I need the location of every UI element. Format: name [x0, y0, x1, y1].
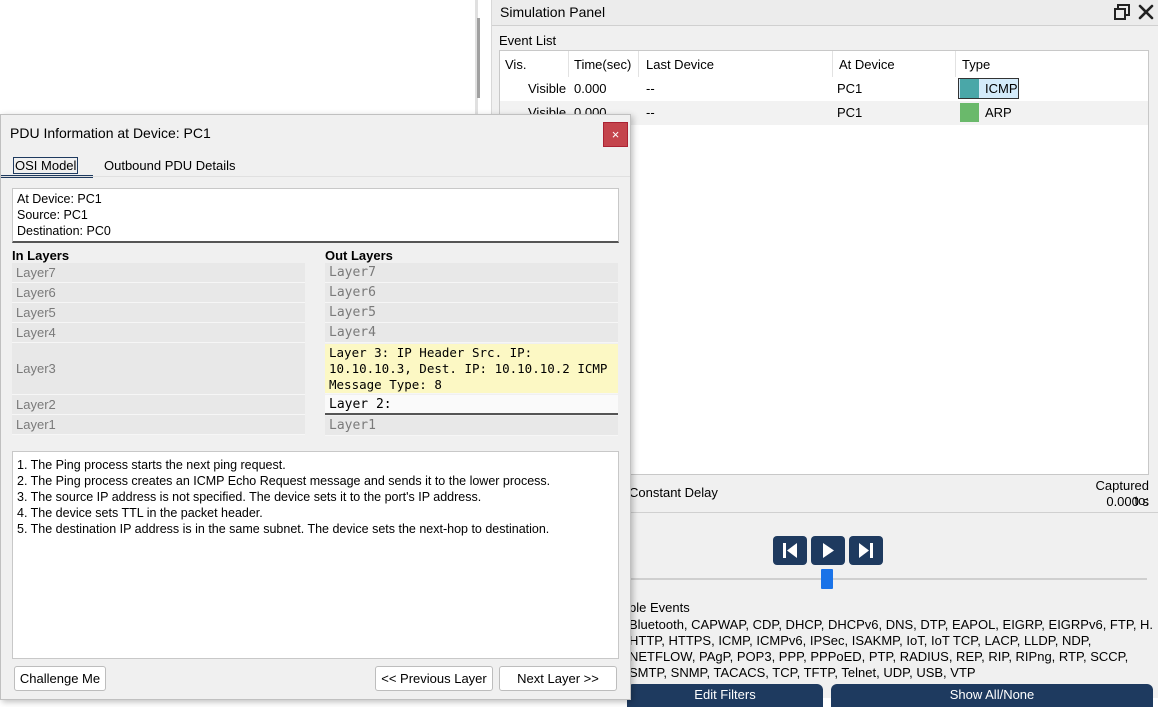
pdu-information-dialog: PDU Information at Device: PC1 × OSI Mod… [0, 114, 631, 700]
destination-text: Destination: PC0 [17, 224, 111, 238]
in-layer-4[interactable]: Layer4 [12, 323, 305, 343]
out-layer-4[interactable]: Layer4 [325, 323, 618, 343]
column-header-time[interactable]: Time(sec) [574, 57, 631, 72]
event-at-device: PC1 [837, 105, 863, 120]
constant-delay-label[interactable]: Constant Delay [629, 485, 718, 500]
out-layer-6[interactable]: Layer6 [325, 283, 618, 303]
event-vis: Visible [528, 81, 567, 96]
description-line: 1. The Ping process starts the next ping… [17, 458, 286, 472]
column-header-vis[interactable]: Vis. [505, 57, 526, 72]
event-at-device: PC1 [837, 81, 863, 96]
source-text: Source: PC1 [17, 208, 88, 222]
arp-color-swatch [960, 103, 979, 122]
device-info-box: At Device: PC1 Source: PC1 Destination: … [12, 188, 619, 243]
description-line: 5. The destination IP address is in the … [17, 522, 550, 536]
skip-back-icon [783, 543, 797, 558]
out-layer-5[interactable]: Layer5 [325, 303, 618, 323]
close-icon[interactable] [1136, 2, 1156, 22]
in-layer-1[interactable]: Layer1 [12, 415, 305, 435]
layer-description-box: 1. The Ping process starts the next ping… [12, 451, 619, 659]
event-type: ARP [985, 105, 1012, 120]
play-button[interactable] [811, 536, 845, 565]
column-header-last-device[interactable]: Last Device [646, 57, 714, 72]
restore-window-icon[interactable] [1113, 3, 1131, 21]
captured-to-value: 0.000 s [1106, 494, 1149, 509]
in-layer-6[interactable]: Layer6 [12, 283, 305, 303]
splitter-grip[interactable] [477, 18, 480, 98]
event-list-label: Event List [499, 33, 557, 48]
visible-events-label: ble Events [629, 600, 690, 615]
out-layer-3-selected[interactable]: Layer 3: IP Header Src. IP: 10.10.10.3, … [325, 344, 618, 394]
edit-filters-button[interactable]: Edit Filters [627, 684, 823, 707]
out-layer-7[interactable]: Layer7 [325, 263, 618, 283]
simulation-title-bar: Simulation Panel [492, 0, 1158, 26]
column-separator [638, 51, 639, 77]
play-icon [823, 543, 834, 558]
simulation-panel-title: Simulation Panel [500, 4, 606, 20]
description-line: 2. The Ping process creates an ICMP Echo… [17, 474, 551, 488]
tab-osi-model[interactable]: OSI Model [13, 157, 79, 174]
tab-strip-divider [1, 176, 630, 177]
play-speed-slider-track[interactable] [627, 578, 1147, 580]
column-header-type[interactable]: Type [962, 57, 990, 72]
description-line: 4. The device sets TTL in the packet hea… [17, 506, 263, 520]
dialog-title: PDU Information at Device: PC1 [10, 125, 211, 141]
back-button[interactable] [773, 536, 807, 565]
previous-layer-button[interactable]: << Previous Layer [375, 666, 493, 691]
out-layer-2[interactable]: Layer 2: [325, 395, 618, 415]
in-layer-2[interactable]: Layer2 [12, 395, 305, 415]
event-time: 0.000 [574, 81, 607, 96]
out-layers-title: Out Layers [325, 248, 393, 263]
next-layer-button[interactable]: Next Layer >> [499, 666, 617, 691]
challenge-me-button[interactable]: Challenge Me [14, 666, 106, 691]
tab-outbound-pdu-details[interactable]: Outbound PDU Details [104, 158, 236, 173]
description-line: 3. The source IP address is not specifie… [17, 490, 482, 504]
event-row[interactable]: Visible 0.000 -- PC1 ICMP [500, 77, 1148, 101]
icmp-color-swatch [960, 79, 979, 98]
column-header-at-device[interactable]: At Device [839, 57, 895, 72]
dialog-close-button[interactable]: × [603, 122, 628, 147]
column-separator [568, 51, 569, 77]
out-layer-1[interactable]: Layer1 [325, 416, 618, 436]
in-layer-5[interactable]: Layer5 [12, 303, 305, 323]
in-layer-7[interactable]: Layer7 [12, 263, 305, 283]
event-last-device: -- [646, 105, 655, 120]
forward-button[interactable] [849, 536, 883, 565]
in-layer-3[interactable]: Layer3 [12, 343, 305, 395]
skip-forward-icon [859, 543, 873, 558]
in-layers-title: In Layers [12, 248, 70, 263]
event-last-device: -- [646, 81, 655, 96]
at-device-text: At Device: PC1 [17, 192, 102, 206]
visible-events-list: Bluetooth, CAPWAP, CDP, DHCP, DHCPv6, DN… [629, 617, 1154, 680]
column-separator [955, 51, 956, 77]
show-all-none-button[interactable]: Show All/None [831, 684, 1153, 707]
column-separator [832, 51, 833, 77]
event-type: ICMP [985, 81, 1018, 96]
play-speed-slider-thumb[interactable] [821, 569, 833, 589]
